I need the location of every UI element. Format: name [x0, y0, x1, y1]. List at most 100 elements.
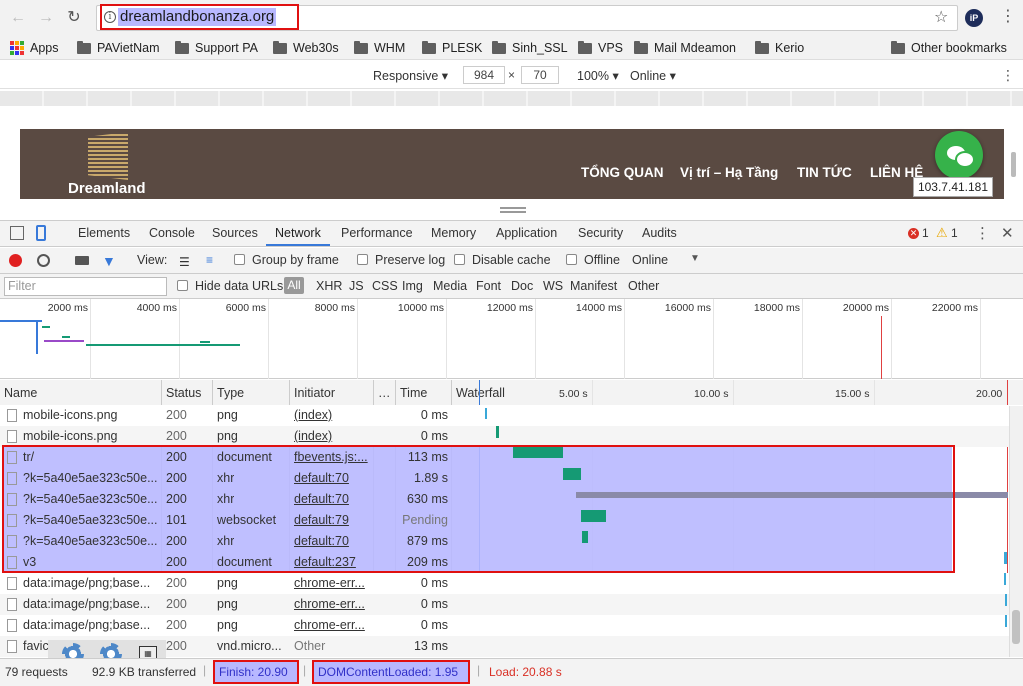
menu-dots-icon[interactable]: ⋮: [1000, 8, 1016, 26]
request-name[interactable]: data:image/png;base...: [23, 576, 159, 590]
tab-performance[interactable]: Performance: [341, 226, 413, 240]
column-initiator[interactable]: Initiator: [294, 386, 335, 400]
chevron-down-icon[interactable]: ▼: [690, 253, 700, 264]
warning-count[interactable]: 1: [951, 226, 958, 240]
bookmark-folder[interactable]: Support PA: [175, 39, 258, 57]
filter-other[interactable]: Other: [628, 279, 659, 293]
camera-icon[interactable]: [75, 256, 89, 265]
filter-icon[interactable]: ▼: [102, 253, 116, 269]
waterfall-bar[interactable]: [1004, 573, 1006, 585]
site-logo-text[interactable]: Dreamland: [68, 180, 146, 197]
filter-media[interactable]: Media: [433, 279, 467, 293]
bookmark-folder[interactable]: PAVietNam: [77, 39, 160, 57]
tab-network[interactable]: Network: [275, 226, 321, 240]
zoom-select[interactable]: 100% ▾: [577, 68, 619, 83]
forward-arrow-icon[interactable]: →: [36, 8, 56, 28]
large-rows-icon[interactable]: ☰: [179, 255, 190, 269]
tab-memory[interactable]: Memory: [431, 226, 476, 240]
waterfall-bar[interactable]: [1005, 594, 1007, 606]
filter-font[interactable]: Font: [476, 279, 501, 293]
dreamland-logo-icon[interactable]: [88, 132, 128, 180]
bookmark-folder[interactable]: Web30s: [273, 39, 339, 57]
site-nav-news[interactable]: TIN TỨC: [797, 165, 852, 180]
request-name[interactable]: data:image/png;base...: [23, 618, 159, 632]
group-by-frame-checkbox[interactable]: [234, 254, 245, 265]
column-waterfall[interactable]: Waterfall: [456, 386, 505, 400]
waterfall-view-icon[interactable]: ≡: [206, 253, 213, 267]
bookmark-folder[interactable]: Kerio: [755, 39, 804, 57]
table-row[interactable]: data:image/png;base... 200 png chrome-er…: [0, 615, 1023, 636]
network-throttle-select[interactable]: Online ▾: [630, 68, 676, 83]
close-devtools-icon[interactable]: ✕: [1001, 224, 1014, 242]
group-by-frame-label[interactable]: Group by frame: [252, 253, 339, 267]
table-row[interactable]: mobile-icons.png 200 png (index) 0 ms: [0, 426, 1023, 447]
request-name[interactable]: mobile-icons.png: [23, 429, 159, 443]
waterfall-bar[interactable]: [1005, 615, 1007, 627]
preserve-log-checkbox[interactable]: [357, 254, 368, 265]
chat-bubble-icon[interactable]: [935, 131, 983, 179]
back-arrow-icon[interactable]: ←: [8, 8, 28, 28]
device-menu-dots-icon[interactable]: ⋮: [1001, 67, 1015, 84]
filter-manifest[interactable]: Manifest: [570, 279, 617, 293]
bookmark-other[interactable]: Other bookmarks: [891, 39, 1007, 57]
table-row[interactable]: data:image/png;base... 200 png chrome-er…: [0, 594, 1023, 615]
table-row[interactable]: data:image/png;base... 200 png chrome-er…: [0, 573, 1023, 594]
waterfall-bar[interactable]: [485, 408, 487, 419]
error-icon[interactable]: ✕: [908, 228, 919, 239]
request-initiator[interactable]: chrome-err...: [294, 576, 370, 590]
offline-label[interactable]: Offline: [584, 253, 620, 267]
device-toggle-icon[interactable]: [36, 225, 46, 241]
filter-all-button[interactable]: All: [284, 277, 304, 294]
request-initiator[interactable]: chrome-err...: [294, 597, 370, 611]
request-initiator[interactable]: (index): [294, 429, 370, 443]
bookmark-folder[interactable]: Sinh_SSL: [492, 39, 568, 57]
column-more[interactable]: …: [378, 386, 391, 400]
clear-icon[interactable]: [37, 254, 50, 267]
star-icon[interactable]: ☆: [934, 7, 948, 27]
hide-data-urls-checkbox[interactable]: [177, 280, 188, 291]
hide-data-urls-label[interactable]: Hide data URLs: [195, 279, 283, 293]
filter-img[interactable]: Img: [402, 279, 423, 293]
filter-doc[interactable]: Doc: [511, 279, 533, 293]
site-nav-overview[interactable]: TỔNG QUAN: [581, 165, 664, 180]
request-name[interactable]: data:image/png;base...: [23, 597, 159, 611]
filter-ws[interactable]: WS: [543, 279, 563, 293]
disable-cache-checkbox[interactable]: [454, 254, 465, 265]
tab-elements[interactable]: Elements: [78, 226, 130, 240]
waterfall-bar[interactable]: [496, 426, 499, 438]
column-status[interactable]: Status: [166, 386, 201, 400]
offline-checkbox[interactable]: [566, 254, 577, 265]
filter-js[interactable]: JS: [349, 279, 364, 293]
tab-sources[interactable]: Sources: [212, 226, 258, 240]
bookmark-apps[interactable]: Apps: [10, 39, 59, 57]
filter-css[interactable]: CSS: [372, 279, 398, 293]
disable-cache-label[interactable]: Disable cache: [472, 253, 551, 267]
record-icon[interactable]: [9, 254, 22, 267]
tab-console[interactable]: Console: [149, 226, 195, 240]
preview-scrollbar[interactable]: [1011, 152, 1016, 177]
devtools-menu-icon[interactable]: ⋮: [975, 224, 990, 242]
bookmark-folder[interactable]: Mail Mdeamon: [634, 39, 736, 57]
device-height-input[interactable]: 70: [521, 66, 559, 84]
column-name[interactable]: Name: [4, 386, 37, 400]
column-time[interactable]: Time: [400, 386, 427, 400]
request-name[interactable]: mobile-icons.png: [23, 408, 159, 422]
filter-xhr[interactable]: XHR: [316, 279, 342, 293]
error-count[interactable]: 1: [922, 226, 929, 240]
filter-input[interactable]: Filter: [4, 277, 167, 296]
preserve-log-label[interactable]: Preserve log: [375, 253, 445, 267]
extension-icon[interactable]: iP: [965, 9, 983, 27]
device-width-input[interactable]: 984: [463, 66, 505, 84]
request-initiator[interactable]: (index): [294, 408, 370, 422]
bookmark-folder[interactable]: VPS: [578, 39, 623, 57]
tab-security[interactable]: Security: [578, 226, 623, 240]
device-mode-select[interactable]: Responsive ▾: [373, 68, 448, 83]
table-scroll-thumb[interactable]: [1012, 610, 1020, 644]
reload-icon[interactable]: ↻: [64, 8, 84, 28]
tab-audits[interactable]: Audits: [642, 226, 677, 240]
inspect-element-icon[interactable]: [10, 226, 24, 240]
request-initiator[interactable]: chrome-err...: [294, 618, 370, 632]
warning-icon[interactable]: ⚠: [936, 225, 948, 241]
tab-application[interactable]: Application: [496, 226, 557, 240]
bookmark-folder[interactable]: PLESK: [422, 39, 482, 57]
